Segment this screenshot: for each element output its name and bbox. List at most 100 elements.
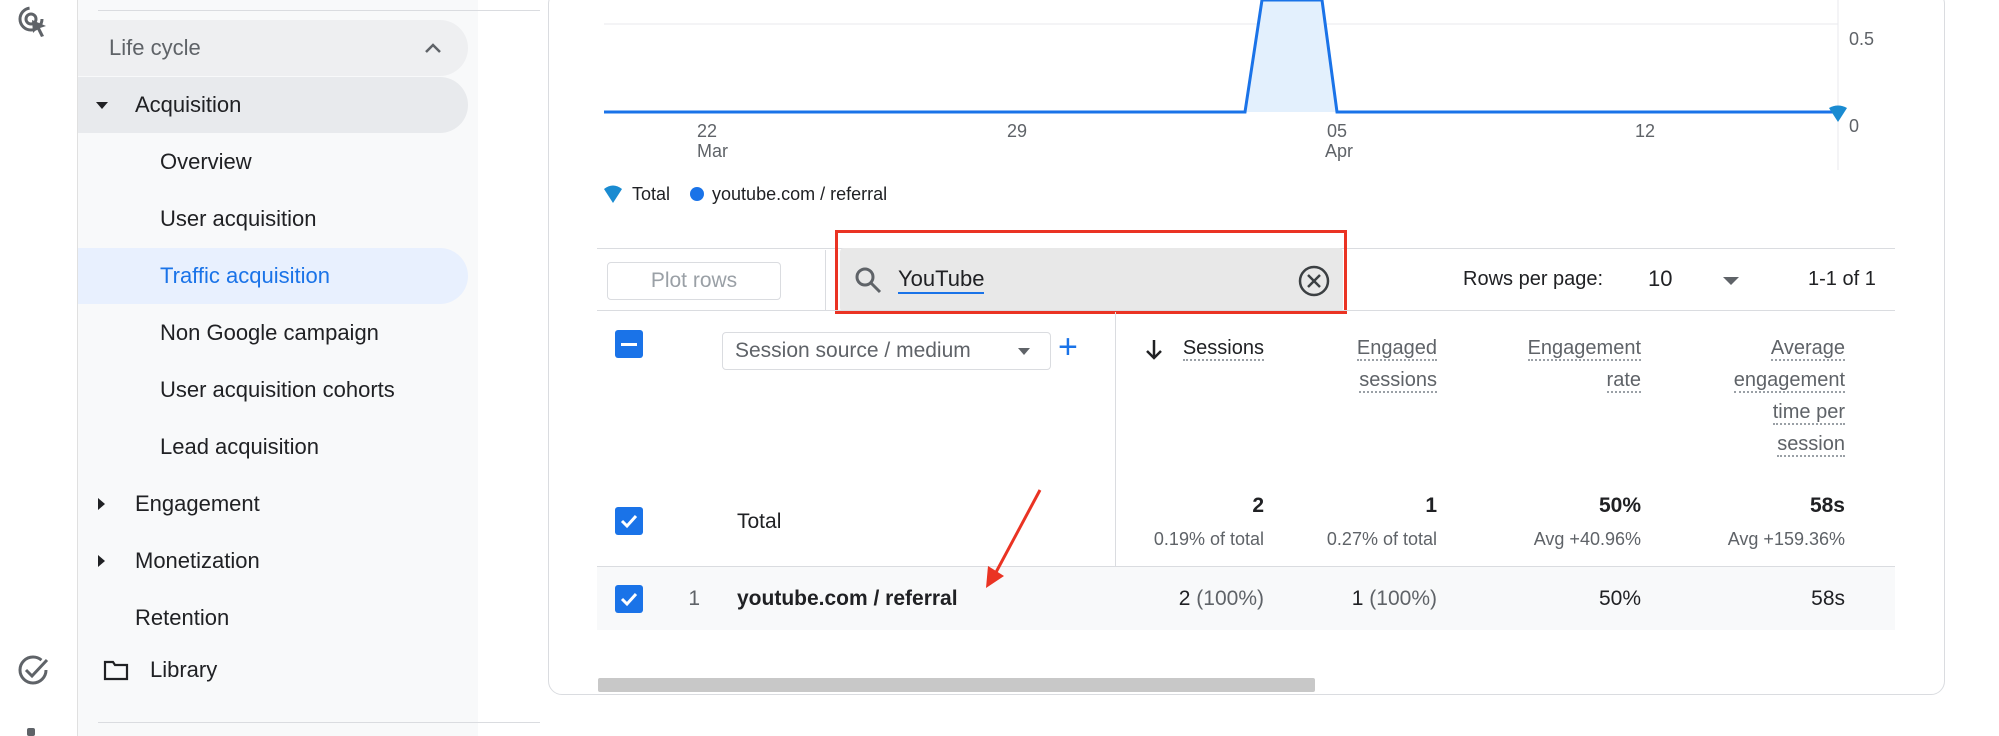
dimension-dropdown[interactable]: Session source / medium: [722, 332, 1051, 370]
ads-click-icon[interactable]: [16, 4, 52, 40]
sidebar-item-library[interactable]: Library: [78, 642, 468, 698]
col-header-label: Engagement: [1527, 337, 1641, 361]
total-rate-vs-avg: Avg +40.96%: [1533, 529, 1641, 549]
sidebar-item-user-acquisition[interactable]: User acquisition: [78, 191, 468, 247]
col-header-label: Average: [1770, 337, 1845, 361]
row-sessions: 2 (100%): [1130, 587, 1264, 611]
total-engagement-rate: 50%: [1598, 494, 1641, 517]
sidebar-divider: [98, 722, 540, 723]
sidebar-item-label: Lead acquisition: [160, 434, 320, 459]
sidebar-item-label: User acquisition cohorts: [160, 377, 395, 402]
sidebar-item-lead-acquisition[interactable]: Lead acquisition: [78, 419, 468, 475]
sidebar-section-label: Life cycle: [109, 35, 201, 60]
annotation-marker-icon: [1829, 105, 1847, 122]
add-dimension-icon[interactable]: +: [1058, 330, 1078, 364]
col-header-label: session: [1777, 433, 1845, 457]
col-header-label: Engaged: [1356, 337, 1437, 361]
folder-icon: [103, 660, 129, 681]
select-all-checkbox[interactable]: [615, 330, 643, 358]
row-engaged-sessions: 1 (100%): [1290, 587, 1437, 611]
row-avg-engagement-time: 58s: [1811, 587, 1845, 610]
col-header-label: sessions: [1359, 369, 1437, 393]
col-header-engagement-rate[interactable]: Engagement rate: [1460, 332, 1641, 396]
x-tick-label: 05: [1327, 121, 1347, 141]
total-avg-vs-avg: Avg +159.36%: [1727, 529, 1845, 549]
legend-total-label: Total: [632, 183, 671, 204]
sidebar-item-label: Traffic acquisition: [160, 263, 330, 288]
row-source-medium[interactable]: youtube.com / referral: [737, 587, 958, 611]
sidebar-item-user-acquisition-cohorts[interactable]: User acquisition cohorts: [78, 362, 468, 418]
row-sessions-value: 2: [1178, 587, 1191, 610]
col-header-engaged-sessions[interactable]: Engaged sessions: [1290, 332, 1437, 396]
total-avg-engagement-time: 58s: [1809, 494, 1845, 517]
table-header-divider: [597, 310, 1895, 311]
sidebar-item-engagement[interactable]: Engagement: [78, 476, 468, 532]
chart-legend: Total youtube.com / referral: [602, 180, 887, 208]
sidebar-item-label: Retention: [135, 605, 230, 630]
caret-down-icon: [96, 101, 108, 109]
sidebar-item-non-google-campaign[interactable]: Non Google campaign: [78, 305, 468, 361]
sidebar-item-monetization[interactable]: Monetization: [78, 533, 468, 589]
row-sessions-pct: (100%): [1196, 587, 1264, 610]
row-engagement-rate: 50%: [1598, 587, 1641, 610]
col-header-label: Sessions: [1182, 337, 1264, 361]
sidebar-item-overview[interactable]: Overview: [78, 134, 468, 190]
horizontal-scrollbar[interactable]: [598, 678, 1315, 692]
rows-per-page-label: Rows per page:: [1463, 268, 1604, 290]
sidebar-item-retention[interactable]: Retention: [78, 590, 468, 646]
x-tick-month: Apr: [1325, 141, 1353, 161]
rows-per-page-select[interactable]: 10: [1648, 266, 1672, 292]
toolbar-separator: [825, 250, 826, 310]
sidebar: Life cycle Acquisition Overview User acq…: [78, 0, 540, 736]
dropdown-caret-icon[interactable]: [1723, 277, 1739, 285]
sidebar-item-label: Library: [150, 657, 218, 682]
sidebar-item-traffic-acquisition[interactable]: Traffic acquisition: [78, 248, 468, 304]
sidebar-item-acquisition[interactable]: Acquisition: [78, 77, 468, 133]
sidebar-divider: [98, 10, 540, 11]
total-sessions-share: 0.19% of total: [1153, 529, 1264, 549]
dimension-label: Session source / medium: [735, 339, 971, 362]
row-checkbox[interactable]: [615, 585, 643, 613]
col-header-label: rate: [1606, 369, 1641, 393]
plot-rows-button[interactable]: Plot rows: [607, 262, 781, 300]
chevron-up-icon: [425, 43, 441, 53]
search-highlight-box: [835, 230, 1347, 314]
x-tick-month: Mar: [697, 141, 728, 161]
caret-right-icon: [98, 498, 105, 510]
series-line-total: [604, 0, 1838, 114]
sidebar-item-label: Engagement: [135, 491, 260, 516]
total-row-label: Total: [737, 510, 782, 533]
sidebar-item-label: Acquisition: [135, 92, 242, 117]
col-header-label: time per: [1772, 401, 1845, 425]
indeterminate-icon: [621, 342, 637, 346]
sidebar-item-label: User acquisition: [160, 206, 317, 231]
dropdown-caret-icon: [1018, 348, 1030, 355]
total-engaged-sessions: 1: [1425, 494, 1437, 517]
sidebar-section-life-cycle[interactable]: Life cycle: [78, 20, 468, 76]
x-tick-label: 12: [1635, 121, 1655, 141]
checkmark-icon: [620, 592, 638, 607]
checkmark-icon: [620, 514, 638, 529]
legend-series-label: youtube.com / referral: [712, 183, 888, 204]
caret-right-icon: [98, 555, 105, 567]
check-circle-icon[interactable]: [16, 652, 52, 688]
row-engaged-pct: (100%): [1369, 587, 1437, 610]
total-marker-icon: [604, 185, 622, 203]
y-tick-label: 0: [1849, 116, 1859, 136]
row-index: 1: [688, 587, 700, 610]
total-sessions: 2: [1252, 494, 1264, 517]
settings-icon-fragment[interactable]: [27, 728, 35, 736]
pagination-text: 1-1 of 1: [1808, 268, 1876, 290]
total-row-checkbox[interactable]: [615, 507, 643, 535]
sidebar-item-label: Non Google campaign: [160, 320, 379, 345]
total-engaged-share: 0.27% of total: [1326, 529, 1437, 549]
row-engaged-value: 1: [1351, 587, 1364, 610]
x-tick-label: 29: [1007, 121, 1027, 141]
col-header-avg-engagement-time[interactable]: Average engagement time per session: [1660, 332, 1845, 460]
annotation-arrow-icon: [986, 489, 1042, 588]
x-tick-label: 22: [697, 121, 717, 141]
col-header-sessions[interactable]: Sessions: [1130, 332, 1264, 364]
series-dot-icon: [690, 187, 705, 201]
left-rail: [0, 0, 78, 736]
line-chart: 0.5 0 22 Mar 29 05 Apr 12: [604, 0, 1874, 170]
